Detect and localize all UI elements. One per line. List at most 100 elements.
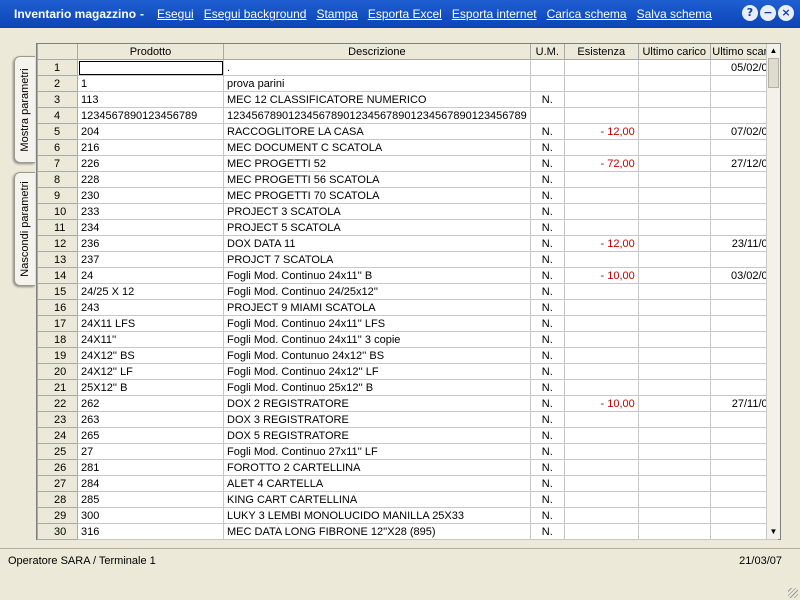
um-cell[interactable]: N. — [529, 411, 565, 428]
ultimo-carico-cell[interactable] — [637, 139, 711, 156]
um-cell[interactable]: N. — [529, 507, 565, 524]
descrizione-cell[interactable]: Fogli Mod. Contunuo 24x12'' BS — [223, 347, 531, 364]
menu-carica-schema[interactable]: Carica schema — [547, 7, 627, 21]
descrizione-cell[interactable]: PROJCT 7 SCATOLA — [223, 251, 531, 268]
um-cell[interactable] — [529, 75, 565, 92]
prodotto-cell[interactable]: 300 — [77, 507, 224, 524]
close-button[interactable]: × — [778, 5, 794, 21]
prodotto-cell[interactable]: 316 — [77, 523, 224, 540]
esistenza-cell[interactable] — [563, 443, 639, 460]
table-row[interactable]: 26 281 FOROTTO 2 CARTELLINA N. — [37, 459, 778, 476]
prodotto-cell[interactable]: 216 — [77, 139, 224, 156]
descrizione-cell[interactable]: 1234567890123456789012345678901234567890… — [223, 107, 531, 124]
table-row[interactable]: 16 243 PROJECT 9 MIAMI SCATOLA N. — [37, 299, 778, 316]
prodotto-cell[interactable]: 24X11 LFS — [77, 315, 224, 332]
table-row[interactable]: 22 262 DOX 2 REGISTRATORE N. - 10,00 27/11/06 — [37, 395, 778, 412]
table-row[interactable]: 17 24X11 LFS Fogli Mod. Continuo 24x11'' L… — [37, 315, 778, 332]
prodotto-cell[interactable]: 230 — [77, 187, 224, 204]
esistenza-cell[interactable]: - 72,00 — [563, 155, 639, 172]
table-row[interactable]: 30 316 MEC DATA LONG FIBRONE 12''X28 (895)… — [37, 523, 778, 540]
descrizione-cell[interactable]: PROJECT 3 SCATOLA — [223, 203, 531, 220]
um-cell[interactable] — [529, 107, 565, 124]
descrizione-cell[interactable]: MEC PROGETTI 52 — [223, 155, 531, 172]
descrizione-cell[interactable]: . — [223, 59, 531, 76]
scroll-up-arrow[interactable]: ▲ — [767, 44, 780, 58]
table-row[interactable]: 6 216 MEC DOCUMENT C SCATOLA N. — [37, 139, 778, 156]
help-button[interactable]: ? — [742, 5, 758, 21]
ultimo-carico-cell[interactable] — [637, 411, 711, 428]
ultimo-carico-cell[interactable] — [637, 443, 711, 460]
ultimo-carico-cell[interactable] — [637, 363, 711, 380]
prodotto-cell[interactable]: 234 — [77, 219, 224, 236]
ultimo-carico-cell[interactable] — [637, 379, 711, 396]
prodotto-cell[interactable]: 1 — [77, 75, 224, 92]
ultimo-carico-cell[interactable] — [637, 395, 711, 412]
descrizione-cell[interactable]: DOX DATA 11 — [223, 235, 531, 252]
um-cell[interactable]: N. — [529, 523, 565, 540]
um-cell[interactable]: N. — [529, 91, 565, 108]
vertical-scrollbar[interactable]: ▲ ▼ — [766, 44, 780, 539]
descrizione-cell[interactable]: ALET 4 CARTELLA — [223, 475, 531, 492]
table-row[interactable]: 10 233 PROJECT 3 SCATOLA N. — [37, 203, 778, 220]
esistenza-cell[interactable] — [563, 475, 639, 492]
table-row[interactable]: 20 24X12'' LF Fogli Mod. Continuo 24x12'' … — [37, 363, 778, 380]
scroll-down-arrow[interactable]: ▼ — [767, 525, 780, 539]
descrizione-cell[interactable]: Fogli Mod. Continuo 25x12'' B — [223, 379, 531, 396]
um-cell[interactable]: N. — [529, 139, 565, 156]
um-cell[interactable]: N. — [529, 267, 565, 284]
um-cell[interactable]: N. — [529, 315, 565, 332]
table-row[interactable]: 14 24 Fogli Mod. Continuo 24x11'' B N. - 10,… — [37, 267, 778, 284]
scroll-thumb[interactable] — [768, 58, 779, 88]
descrizione-cell[interactable]: DOX 3 REGISTRATORE — [223, 411, 531, 428]
table-row[interactable]: 27 284 ALET 4 CARTELLA N. — [37, 475, 778, 492]
table-row[interactable]: 4 1234567890123456789 12345678901234567890… — [37, 107, 778, 124]
um-cell[interactable]: N. — [529, 155, 565, 172]
table-row[interactable]: 15 24/25 X 12 Fogli Mod. Continuo 24/25x12… — [37, 283, 778, 300]
esistenza-cell[interactable]: - 10,00 — [563, 267, 639, 284]
table-row[interactable]: 24 265 DOX 5 REGISTRATORE N. — [37, 427, 778, 444]
table-row[interactable]: 9 230 MEC PROGETTI 70 SCATOLA N. — [37, 187, 778, 204]
esistenza-cell[interactable] — [563, 315, 639, 332]
esistenza-cell[interactable] — [563, 251, 639, 268]
menu-esporta-excel[interactable]: Esporta Excel — [368, 7, 442, 21]
prodotto-cell[interactable]: 24/25 X 12 — [77, 283, 224, 300]
descrizione-cell[interactable]: MEC DOCUMENT C SCATOLA — [223, 139, 531, 156]
menu-esegui[interactable]: Esegui — [157, 7, 194, 21]
descrizione-cell[interactable]: FOROTTO 2 CARTELLINA — [223, 459, 531, 476]
prodotto-cell[interactable]: 262 — [77, 395, 224, 412]
um-cell[interactable]: N. — [529, 459, 565, 476]
descrizione-cell[interactable]: Fogli Mod. Continuo 24x11'' 3 copie — [223, 331, 531, 348]
prodotto-cell[interactable] — [77, 59, 224, 76]
ultimo-carico-cell[interactable] — [637, 91, 711, 108]
table-row[interactable]: 11 234 PROJECT 5 SCATOLA N. — [37, 219, 778, 236]
menu-stampa[interactable]: Stampa — [316, 7, 357, 21]
descrizione-cell[interactable]: PROJECT 9 MIAMI SCATOLA — [223, 299, 531, 316]
esistenza-cell[interactable]: - 12,00 — [563, 235, 639, 252]
ultimo-carico-cell[interactable] — [637, 507, 711, 524]
um-cell[interactable]: N. — [529, 219, 565, 236]
column-header-prodotto[interactable]: Prodotto — [77, 44, 224, 60]
prodotto-cell[interactable]: 25X12'' B — [77, 379, 224, 396]
esistenza-cell[interactable] — [563, 523, 639, 540]
um-cell[interactable]: N. — [529, 363, 565, 380]
ultimo-carico-cell[interactable] — [637, 155, 711, 172]
esistenza-cell[interactable] — [563, 75, 639, 92]
um-cell[interactable]: N. — [529, 123, 565, 140]
descrizione-cell[interactable]: PROJECT 5 SCATOLA — [223, 219, 531, 236]
um-cell[interactable]: N. — [529, 171, 565, 188]
table-row[interactable]: 1. 05/02/07 — [37, 59, 778, 76]
um-cell[interactable]: N. — [529, 299, 565, 316]
esistenza-cell[interactable] — [563, 363, 639, 380]
prodotto-cell[interactable]: 204 — [77, 123, 224, 140]
prodotto-cell[interactable]: 243 — [77, 299, 224, 316]
table-row[interactable]: 21 25X12'' B Fogli Mod. Continuo 25x12'' B… — [37, 379, 778, 396]
ultimo-carico-cell[interactable] — [637, 235, 711, 252]
table-row[interactable]: 13 237 PROJCT 7 SCATOLA N. — [37, 251, 778, 268]
prodotto-cell[interactable]: 1234567890123456789 — [77, 107, 224, 124]
prodotto-cell[interactable]: 233 — [77, 203, 224, 220]
prodotto-cell[interactable]: 226 — [77, 155, 224, 172]
table-row[interactable]: 12 236 DOX DATA 11 N. - 12,00 23/11/06 — [37, 235, 778, 252]
show-parameters-tab[interactable]: Mostra parametri — [14, 56, 35, 163]
esistenza-cell[interactable] — [563, 139, 639, 156]
esistenza-cell[interactable] — [563, 187, 639, 204]
